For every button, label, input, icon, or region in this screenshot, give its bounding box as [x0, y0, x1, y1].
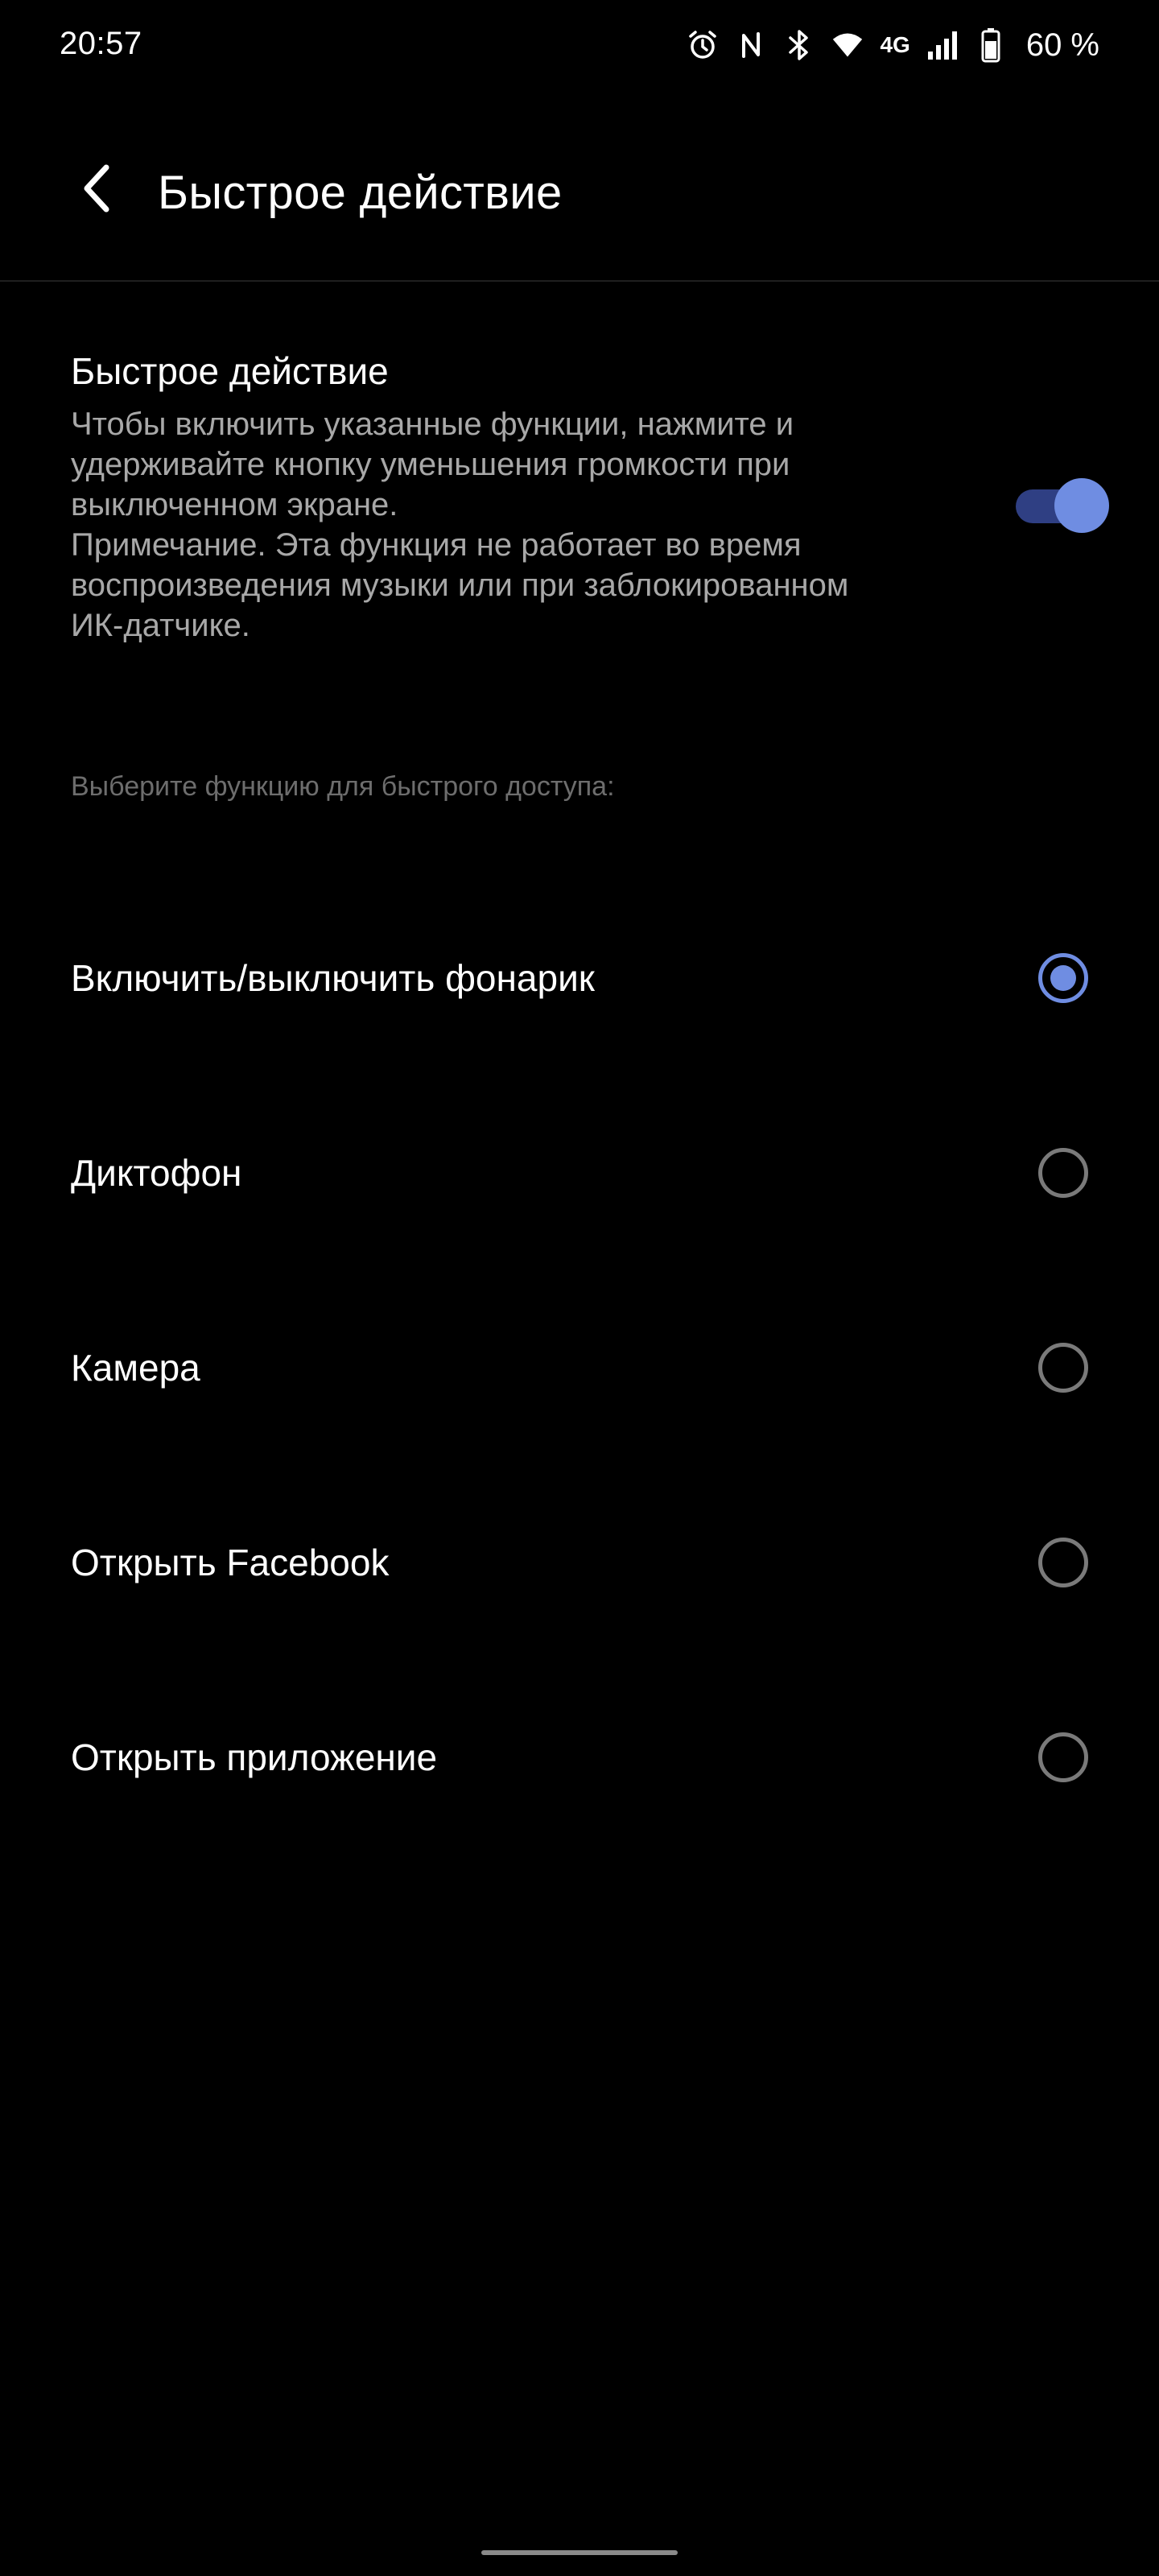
option-flashlight[interactable]: Включить/выключить фонарик [0, 902, 1159, 1096]
signal-icon [926, 27, 959, 63]
battery-icon [975, 27, 1007, 63]
option-open-app[interactable]: Открыть приложение [0, 1681, 1159, 1876]
option-camera[interactable]: Камера [0, 1291, 1159, 1486]
section-subheader: Выберите функцию для быстрого доступа: [71, 771, 615, 802]
function-options-list: Включить/выключить фонарик Диктофон Каме… [0, 902, 1159, 1876]
option-recorder[interactable]: Диктофон [0, 1096, 1159, 1291]
quick-action-description: Чтобы включить указанные функции, нажмит… [71, 407, 849, 643]
nfc-icon [735, 27, 767, 63]
alarm-icon [687, 27, 719, 63]
bluetooth-icon [783, 27, 815, 63]
option-label: Открыть Facebook [71, 1542, 390, 1583]
option-label: Включить/выключить фонарик [71, 957, 595, 999]
option-facebook[interactable]: Открыть Facebook [0, 1486, 1159, 1681]
back-button[interactable] [64, 156, 129, 221]
radio-button[interactable] [1038, 1732, 1088, 1782]
option-label: Открыть приложение [71, 1736, 438, 1778]
option-label: Камера [71, 1347, 200, 1389]
radio-button[interactable] [1038, 1343, 1088, 1393]
radio-button[interactable] [1038, 1538, 1088, 1587]
toggle-thumb [1054, 478, 1109, 533]
status-icons: 4G 60 % [687, 24, 1099, 66]
network-type-label: 4G [880, 32, 910, 57]
page-title: Быстрое действие [158, 167, 563, 219]
option-label: Диктофон [71, 1152, 242, 1194]
status-time: 20:57 [60, 26, 142, 61]
app-bar: Быстрое действие [0, 121, 1159, 258]
quick-action-setting[interactable]: Быстрое действие Чтобы включить указанны… [71, 346, 1109, 668]
screen: 20:57 4G 60 % Быстрое действие Быстрое д… [0, 0, 1159, 2576]
quick-action-title: Быстрое действие [71, 350, 389, 392]
quick-action-toggle[interactable] [1016, 478, 1109, 533]
status-bar: 20:57 4G 60 % [0, 0, 1159, 93]
radio-button-selected[interactable] [1038, 953, 1088, 1003]
radio-button[interactable] [1038, 1148, 1088, 1198]
back-arrow-icon [84, 164, 109, 213]
navigation-handle[interactable] [481, 2550, 678, 2555]
header-divider [0, 280, 1159, 282]
battery-percent: 60 % [1025, 27, 1099, 63]
wifi-icon [831, 27, 864, 63]
